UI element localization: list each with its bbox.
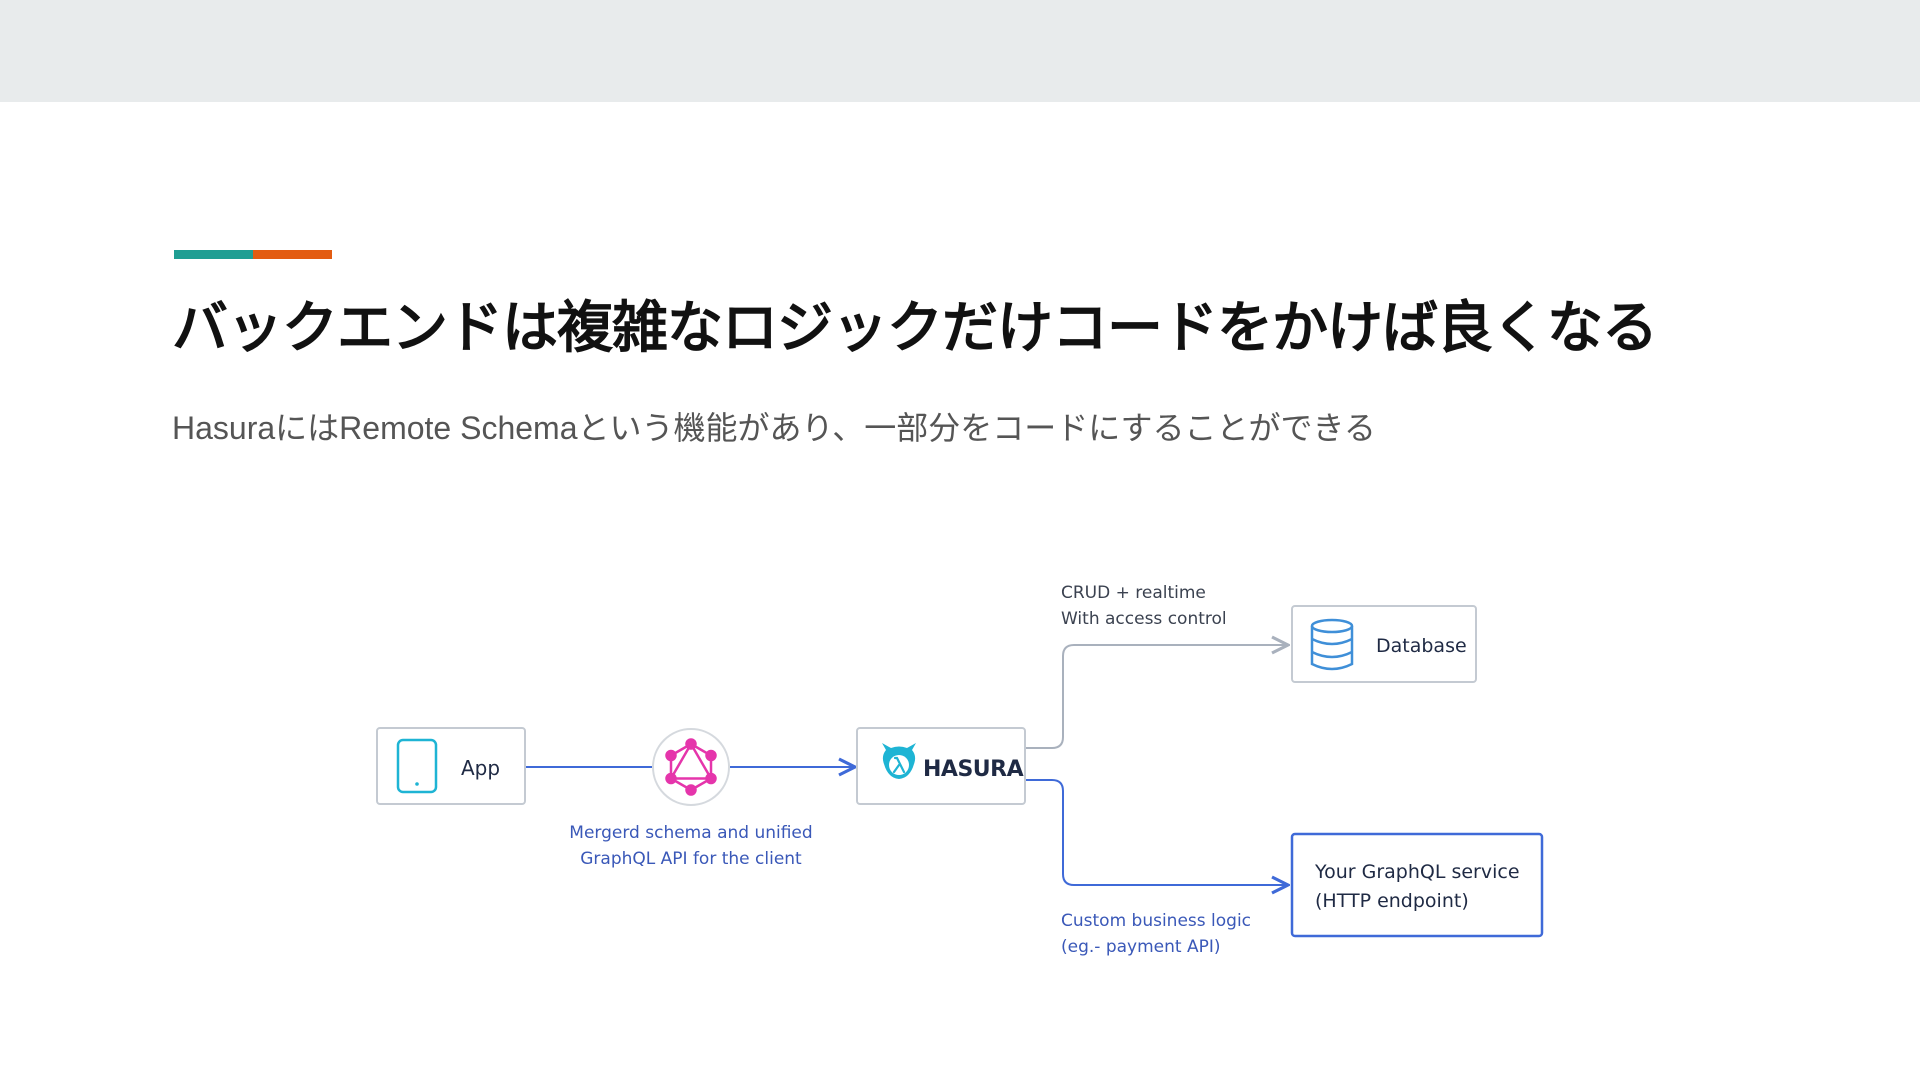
service-caption-line2: (eg.- payment API) [1061, 937, 1220, 957]
architecture-diagram: App Mergerd schema and unified GraphQL A… [376, 583, 1544, 957]
hasura-to-database-arrow [1025, 645, 1288, 749]
hasura-node: HASURA [856, 727, 1026, 805]
app-node: App [376, 727, 526, 805]
slide: バックエンドは複雑なロジックだけコードをかけば良くなる HasuraにはRemo… [0, 0, 1920, 1080]
graphql-node: Mergerd schema and unified GraphQL API f… [569, 728, 813, 869]
database-node: Database [1291, 605, 1477, 683]
database-caption-line1: CRUD + realtime [1061, 583, 1206, 603]
hasura-to-service-arrow [1025, 779, 1288, 885]
graphql-caption-line2: GraphQL API for the client [580, 849, 802, 869]
database-caption-line2: With access control [1061, 609, 1227, 629]
graphql-service-node: Your GraphQL service (HTTP endpoint) [1290, 832, 1544, 938]
database-label: Database [1376, 635, 1467, 657]
service-label-line1: Your GraphQL service [1314, 861, 1520, 883]
graphql-caption-line1: Mergerd schema and unified [569, 823, 812, 843]
hasura-label: HASURA [923, 757, 1024, 782]
service-caption-line1: Custom business logic [1061, 911, 1251, 931]
service-label-line2: (HTTP endpoint) [1315, 890, 1469, 912]
app-label: App [461, 756, 500, 780]
